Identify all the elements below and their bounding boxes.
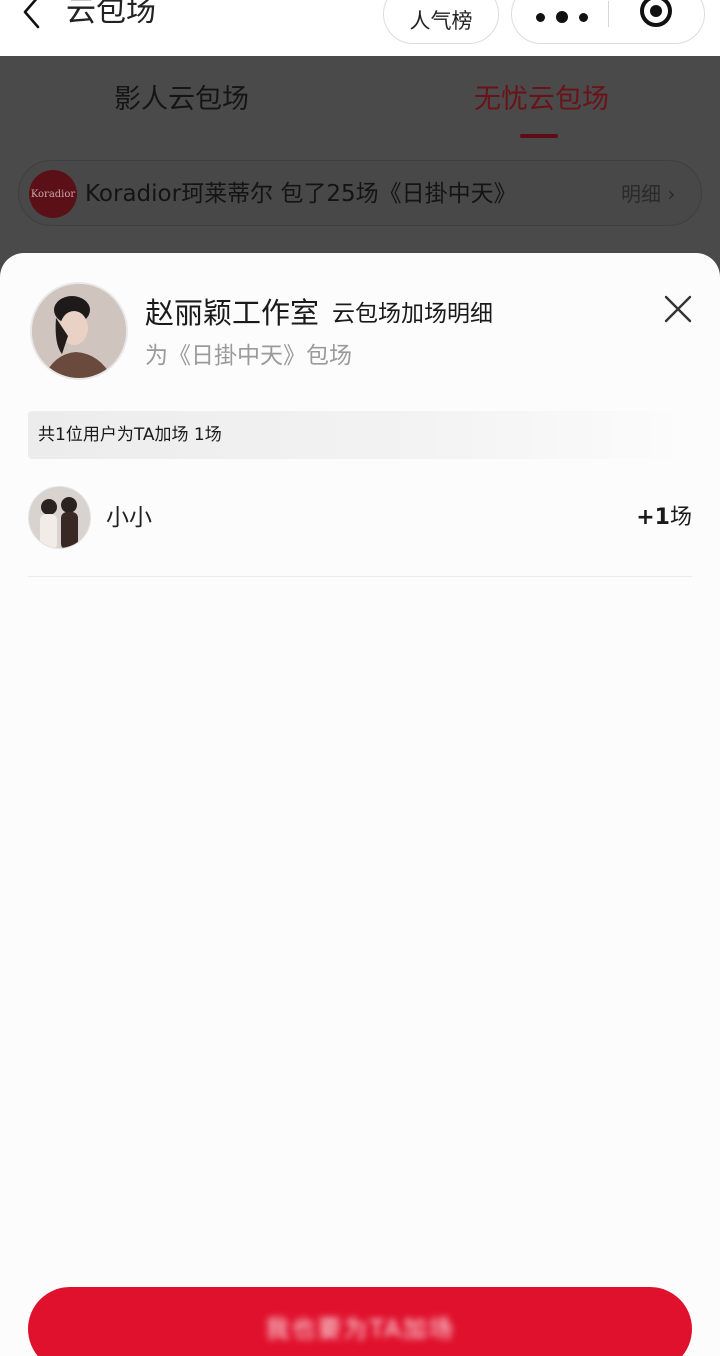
brand-logo: Koradior	[29, 170, 77, 218]
list-item: 小小 +1场	[28, 483, 692, 577]
add-session-label: 我也要为TA加场	[265, 1315, 455, 1343]
avatar	[30, 282, 128, 380]
owner-name: 赵丽颖工作室	[145, 296, 320, 330]
user-name: 小小	[106, 505, 152, 531]
tab-worry-free[interactable]: 无忧云包场	[474, 82, 609, 118]
banner-detail-label: 明细	[621, 182, 661, 206]
capsule-divider	[608, 1, 609, 27]
mini-program-capsule	[511, 0, 705, 44]
navigation-bar: 云包场 人气榜	[0, 0, 720, 56]
add-session-button[interactable]: 我也要为TA加场	[28, 1287, 692, 1356]
close-button[interactable]	[660, 291, 696, 327]
target-icon[interactable]	[638, 0, 674, 29]
summary-bar: 共1位用户为TA加场 1场	[28, 411, 692, 459]
user-avatar-image	[29, 487, 90, 548]
chevron-right-icon: ›	[667, 182, 676, 206]
more-dots-icon[interactable]	[536, 7, 588, 27]
details-sheet: 赵丽颖工作室 云包场加场明细 为《日掛中天》包场 共1位用户为TA加场 1场 小…	[0, 253, 720, 1356]
user-count-unit: 场	[669, 505, 692, 530]
popularity-ranking-button[interactable]: 人气榜	[383, 0, 499, 44]
page-title: 云包场	[66, 0, 156, 29]
user-avatar	[28, 486, 91, 549]
summary-text: 共1位用户为TA加场 1场	[38, 425, 222, 445]
back-button[interactable]	[12, 0, 52, 32]
user-count-value: +1	[636, 505, 670, 530]
banner-text: Koradior珂莱蒂尔 包了25场《日掛中天》	[85, 181, 517, 207]
banner-detail-link[interactable]: 明细 ›	[621, 179, 675, 209]
close-icon	[664, 295, 692, 323]
sheet-subtitle: 为《日掛中天》包场	[145, 343, 352, 369]
user-session-count: +1场	[636, 501, 692, 535]
tab-film-people[interactable]: 影人云包场	[114, 82, 249, 118]
avatar-image	[32, 284, 126, 378]
sponsor-banner[interactable]: Koradior Koradior珂莱蒂尔 包了25场《日掛中天》 明细 ›	[18, 160, 702, 226]
sheet-title: 云包场加场明细	[332, 301, 493, 327]
active-tab-indicator	[520, 134, 558, 138]
screen: 云包场 人气榜 影人云包场 无忧云包场 Koradior Koradior珂莱蒂…	[0, 0, 720, 1356]
chevron-left-icon	[23, 0, 40, 29]
